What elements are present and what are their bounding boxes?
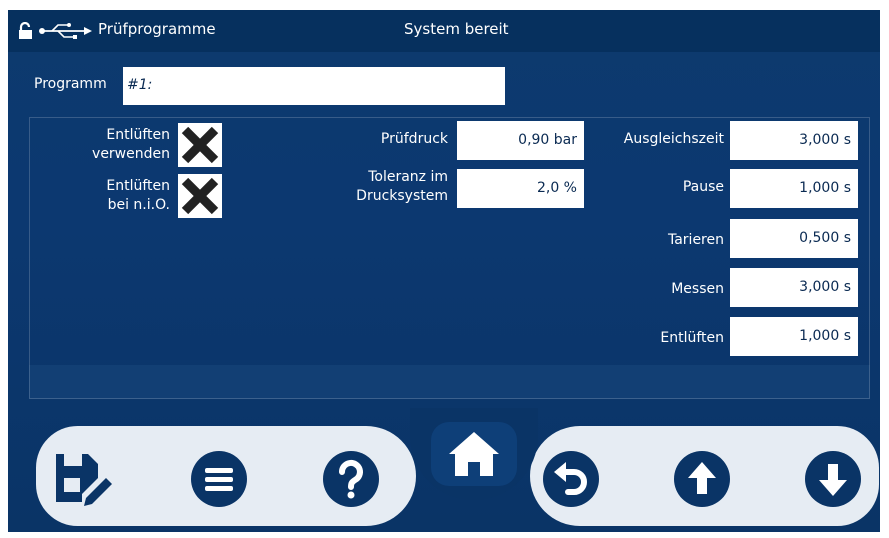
screen: Prüfprogramme System bereit Programm #1:… (8, 10, 880, 532)
checkbox-label-vent-use: Entlüften verwenden (68, 126, 170, 164)
checkbox-label-line: verwenden (92, 146, 170, 162)
save-edit-button[interactable] (52, 448, 116, 508)
param-label-messen: Messen (671, 281, 724, 297)
help-icon (323, 451, 379, 507)
param-value-pause[interactable]: 1,000 s (730, 169, 858, 208)
param-value-toleranz[interactable]: 2,0 % (457, 169, 584, 208)
param-value-messen[interactable]: 3,000 s (730, 268, 858, 307)
x-mark-icon (181, 126, 219, 164)
top-bar: Prüfprogramme System bereit (8, 10, 880, 52)
arrow-down-icon (805, 451, 861, 507)
undo-button[interactable] (542, 450, 600, 508)
unlock-icon (18, 21, 34, 44)
save-edit-icon (56, 454, 112, 506)
param-label-entlueften: Entlüften (660, 330, 724, 346)
param-label-line: Toleranz im (368, 169, 448, 185)
checkbox-label-vent-nio: Entlüften bei n.i.O. (68, 177, 170, 215)
home-icon (431, 422, 517, 486)
checkbox-label-line: bei n.i.O. (107, 197, 170, 213)
param-label-line: Drucksystem (356, 188, 448, 204)
param-label-ausgleichszeit: Ausgleichszeit (623, 131, 724, 147)
checkbox-vent-nio[interactable] (178, 174, 222, 218)
checkbox-vent-use[interactable] (178, 123, 222, 167)
param-value-entlueften[interactable]: 1,000 s (730, 317, 858, 356)
menu-button[interactable] (190, 450, 248, 508)
checkbox-label-line: Entlüften (106, 127, 170, 143)
param-label-pause: Pause (682, 179, 724, 195)
usb-icon (38, 23, 92, 43)
param-label-tarieren: Tarieren (667, 232, 724, 248)
help-button[interactable] (322, 450, 380, 508)
bottom-toolbar (22, 408, 879, 526)
undo-icon (543, 451, 599, 507)
page-title: Prüfprogramme (98, 20, 216, 38)
param-value-ausgleichszeit[interactable]: 3,000 s (730, 121, 858, 160)
checkbox-label-line: Entlüften (106, 178, 170, 194)
program-input[interactable]: #1: (123, 67, 505, 105)
home-button[interactable] (431, 422, 517, 486)
arrow-down-button[interactable] (804, 450, 862, 508)
program-label: Programm (34, 76, 107, 92)
menu-icon (191, 451, 247, 507)
x-mark-icon (181, 177, 219, 215)
status-text: System bereit (404, 20, 509, 38)
param-label-toleranz: Toleranz im Drucksystem (328, 168, 448, 206)
param-value-tarieren[interactable]: 0,500 s (730, 219, 858, 258)
param-value-pruefdruck[interactable]: 0,90 bar (457, 121, 584, 160)
arrow-up-button[interactable] (673, 450, 731, 508)
param-label-pruefdruck: Prüfdruck (380, 131, 448, 147)
arrow-up-icon (674, 451, 730, 507)
